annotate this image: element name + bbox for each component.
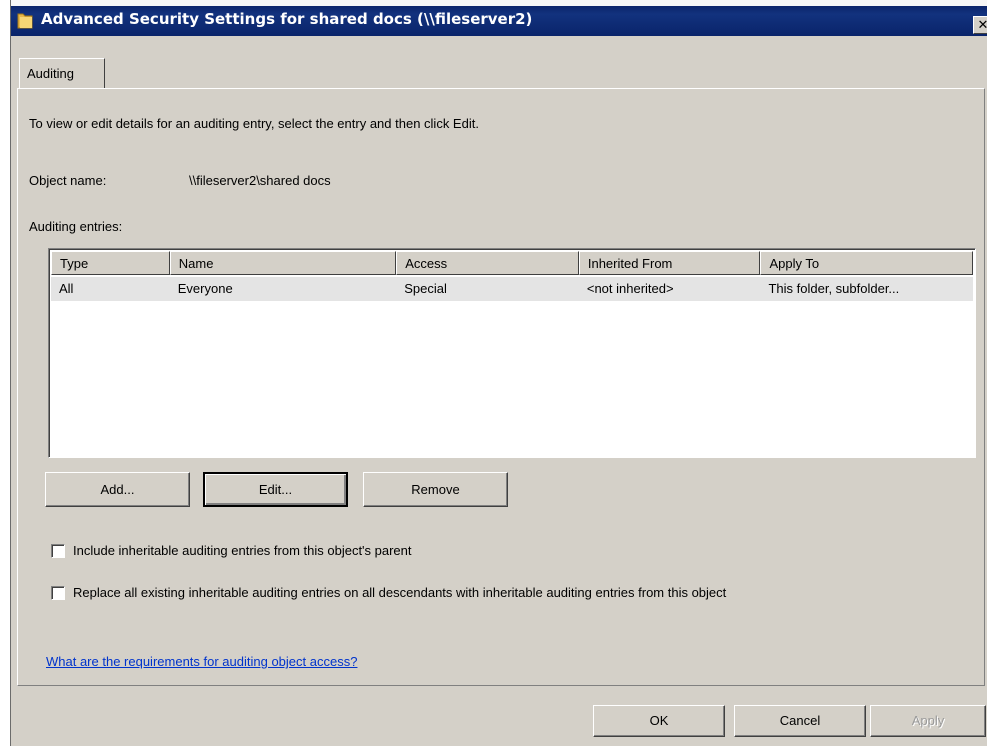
apply-button[interactable]: Apply [870,705,986,737]
ok-button[interactable]: OK [593,705,725,737]
tab-auditing[interactable]: Auditing [19,58,105,88]
instructions-text: To view or edit details for an auditing … [29,116,479,131]
include-inheritable-checkbox[interactable] [51,544,65,558]
column-header-inherited-from[interactable]: Inherited From [578,251,761,275]
add-button[interactable]: Add... [45,472,190,507]
folder-icon [17,13,33,29]
column-header-type[interactable]: Type [51,251,170,275]
cancel-button[interactable]: Cancel [734,705,866,737]
title-bar[interactable]: Advanced Security Settings for shared do… [11,0,987,36]
column-header-name[interactable]: Name [169,251,397,275]
row-apply-to: This folder, subfolder... [768,281,900,296]
window-title: Advanced Security Settings for shared do… [41,10,533,28]
auditing-entries-label: Auditing entries: [29,219,123,234]
row-name: Everyone [177,281,233,296]
auditing-entries-list[interactable]: Type Name Access Inherited From Apply To… [48,248,976,458]
row-inherited-from: <not inherited> [586,281,674,296]
column-header-access[interactable]: Access [396,251,579,275]
close-button[interactable]: ✕ [973,16,987,34]
tab-auditing-label: Auditing [27,66,74,81]
remove-button[interactable]: Remove [363,472,508,507]
replace-all-label[interactable]: Replace all existing inheritable auditin… [73,585,726,600]
list-header: Type Name Access Inherited From Apply To [51,251,973,275]
dialog-window: Advanced Security Settings for shared do… [10,0,987,746]
object-name-label: Object name: [29,173,107,188]
object-name-value: \\fileserver2\shared docs [189,173,331,188]
replace-all-checkbox[interactable] [51,586,65,600]
row-access: Special [404,281,447,296]
close-icon: ✕ [977,17,987,32]
row-type: All [59,281,74,296]
table-row[interactable]: All Everyone Special <not inherited> Thi… [51,277,973,301]
auditing-requirements-link[interactable]: What are the requirements for auditing o… [46,654,357,669]
include-inheritable-label[interactable]: Include inheritable auditing entries fro… [73,543,412,558]
edit-button[interactable]: Edit... [203,472,348,507]
column-header-apply-to[interactable]: Apply To [760,251,973,275]
